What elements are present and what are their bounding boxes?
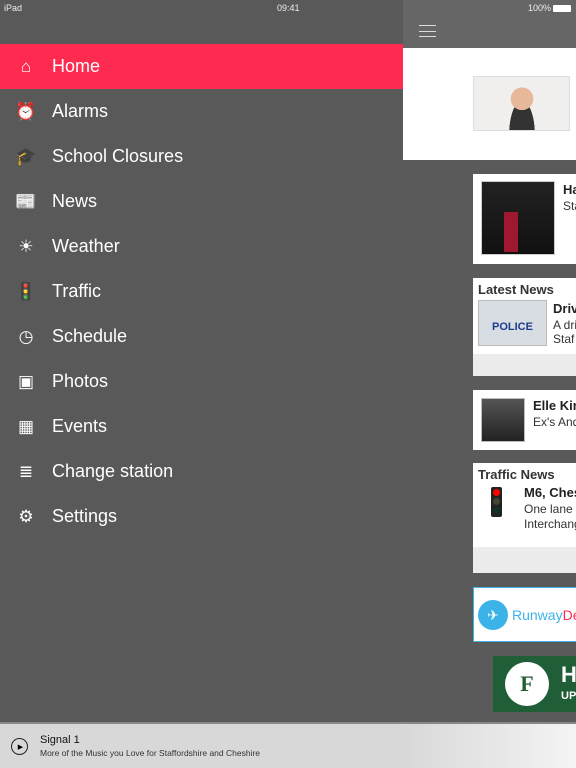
playlist-play-icon: ≣	[18, 461, 34, 481]
song-artist: Sta	[563, 199, 576, 213]
menu-item-settings[interactable]: ⚙ Settings	[0, 494, 403, 539]
play-icon[interactable]: ▶	[11, 738, 28, 755]
sun-icon: ☀	[18, 236, 34, 256]
song-title: Elle Kin	[533, 398, 576, 413]
side-menu: ⌂ Home ⏰ Alarms 🎓 School Closures 📰 News ☀ Weathe…	[0, 44, 403, 539]
traffic-light-icon: 🚦	[15, 281, 37, 301]
clock-icon: ◷	[18, 326, 34, 346]
status-bar: iPad 09:41 100%	[0, 0, 576, 16]
newspaper-icon: 📰	[15, 191, 37, 211]
news-thumbnail: POLICE	[478, 300, 547, 346]
menu-item-school-closures[interactable]: 🎓 School Closures	[0, 134, 403, 179]
song-card[interactable]: Elle Kin Ex's And	[473, 390, 576, 450]
menu-item-weather[interactable]: ☀ Weather	[0, 224, 403, 269]
traffic-title: M6, Ches	[524, 485, 576, 500]
ad-headline: H	[561, 662, 576, 687]
now-playing-card[interactable]: Ha Sta	[473, 174, 576, 264]
menu-item-label: Photos	[52, 371, 109, 391]
station-tagline: More of the Music you Love for Staffords…	[40, 748, 261, 758]
graduation-cap-icon: 🎓	[15, 146, 37, 166]
menu-item-alarms[interactable]: ⏰ Alarms	[0, 89, 403, 134]
card-footer	[473, 354, 576, 376]
gears-icon: ⚙	[18, 506, 34, 526]
card-footer	[473, 547, 576, 573]
latest-news-card[interactable]: Latest News POLICE Driv A dri Staf	[473, 278, 576, 376]
airplane-icon: ✈	[478, 599, 508, 630]
menu-item-label: Alarms	[52, 101, 109, 121]
traffic-summary-2: Interchang	[524, 517, 576, 531]
calendar-icon: ▦	[17, 416, 35, 436]
menu-item-label: Schedule	[52, 326, 128, 346]
menu-item-label: Home	[52, 56, 101, 76]
album-art	[481, 181, 555, 255]
device-name: iPad	[4, 3, 23, 13]
photos-icon: ▣	[17, 371, 35, 391]
traffic-light-icon	[491, 487, 502, 517]
battery-icon	[553, 5, 571, 12]
menu-item-label: School Closures	[52, 146, 184, 166]
section-title: Latest News	[478, 282, 554, 297]
presenter-photo	[473, 76, 570, 131]
menu-item-news[interactable]: 📰 News	[0, 179, 403, 224]
hamburger-menu-icon[interactable]	[419, 25, 436, 37]
menu-item-schedule[interactable]: ◷ Schedule	[0, 314, 403, 359]
album-art	[481, 398, 525, 442]
battery: 100%	[528, 3, 552, 13]
traffic-summary: One lane	[524, 502, 573, 516]
menu-item-traffic[interactable]: 🚦 Traffic	[0, 269, 403, 314]
menu-item-photos[interactable]: ▣ Photos	[0, 359, 403, 404]
sponsor-ad-banner[interactable]: F H UP	[493, 656, 576, 712]
news-title: Driv	[553, 301, 576, 316]
alarm-clock-icon: ⏰	[15, 101, 37, 121]
ad-text: Runway	[512, 606, 563, 623]
menu-item-label: Change station	[52, 461, 174, 481]
ad-text-2: De	[562, 606, 576, 623]
clock: 09:41	[277, 3, 300, 13]
presenter-banner[interactable]	[403, 48, 576, 160]
sponsor-logo: F	[505, 662, 549, 706]
menu-item-change-station[interactable]: ≣ Change station	[0, 449, 403, 494]
home-content: Ha Sta Latest News POLICE Driv A dri Sta…	[403, 0, 576, 722]
menu-item-home[interactable]: ⌂ Home	[0, 44, 403, 89]
mini-player[interactable]: ▶ Signal 1 More of the Music you Love fo…	[0, 722, 576, 768]
menu-item-label: News	[52, 191, 98, 211]
menu-item-label: Weather	[52, 236, 120, 256]
runway-ad-banner[interactable]: ✈ RunwayDe	[473, 587, 576, 642]
song-title: Ha	[563, 182, 576, 197]
song-name: Ex's And	[533, 415, 576, 429]
menu-item-label: Traffic	[52, 281, 102, 301]
menu-item-label: Events	[52, 416, 108, 436]
traffic-news-card[interactable]: Traffic News M6, Ches One lane Interchan…	[473, 463, 576, 573]
menu-item-label: Settings	[52, 506, 118, 526]
section-title: Traffic News	[478, 467, 555, 482]
ad-subline: UP	[561, 690, 576, 702]
station-name: Signal 1	[40, 734, 80, 746]
home-icon: ⌂	[20, 56, 32, 76]
news-summary-2: Staf	[553, 332, 575, 346]
menu-item-events[interactable]: ▦ Events	[0, 404, 403, 449]
news-summary: A dri	[553, 318, 576, 332]
